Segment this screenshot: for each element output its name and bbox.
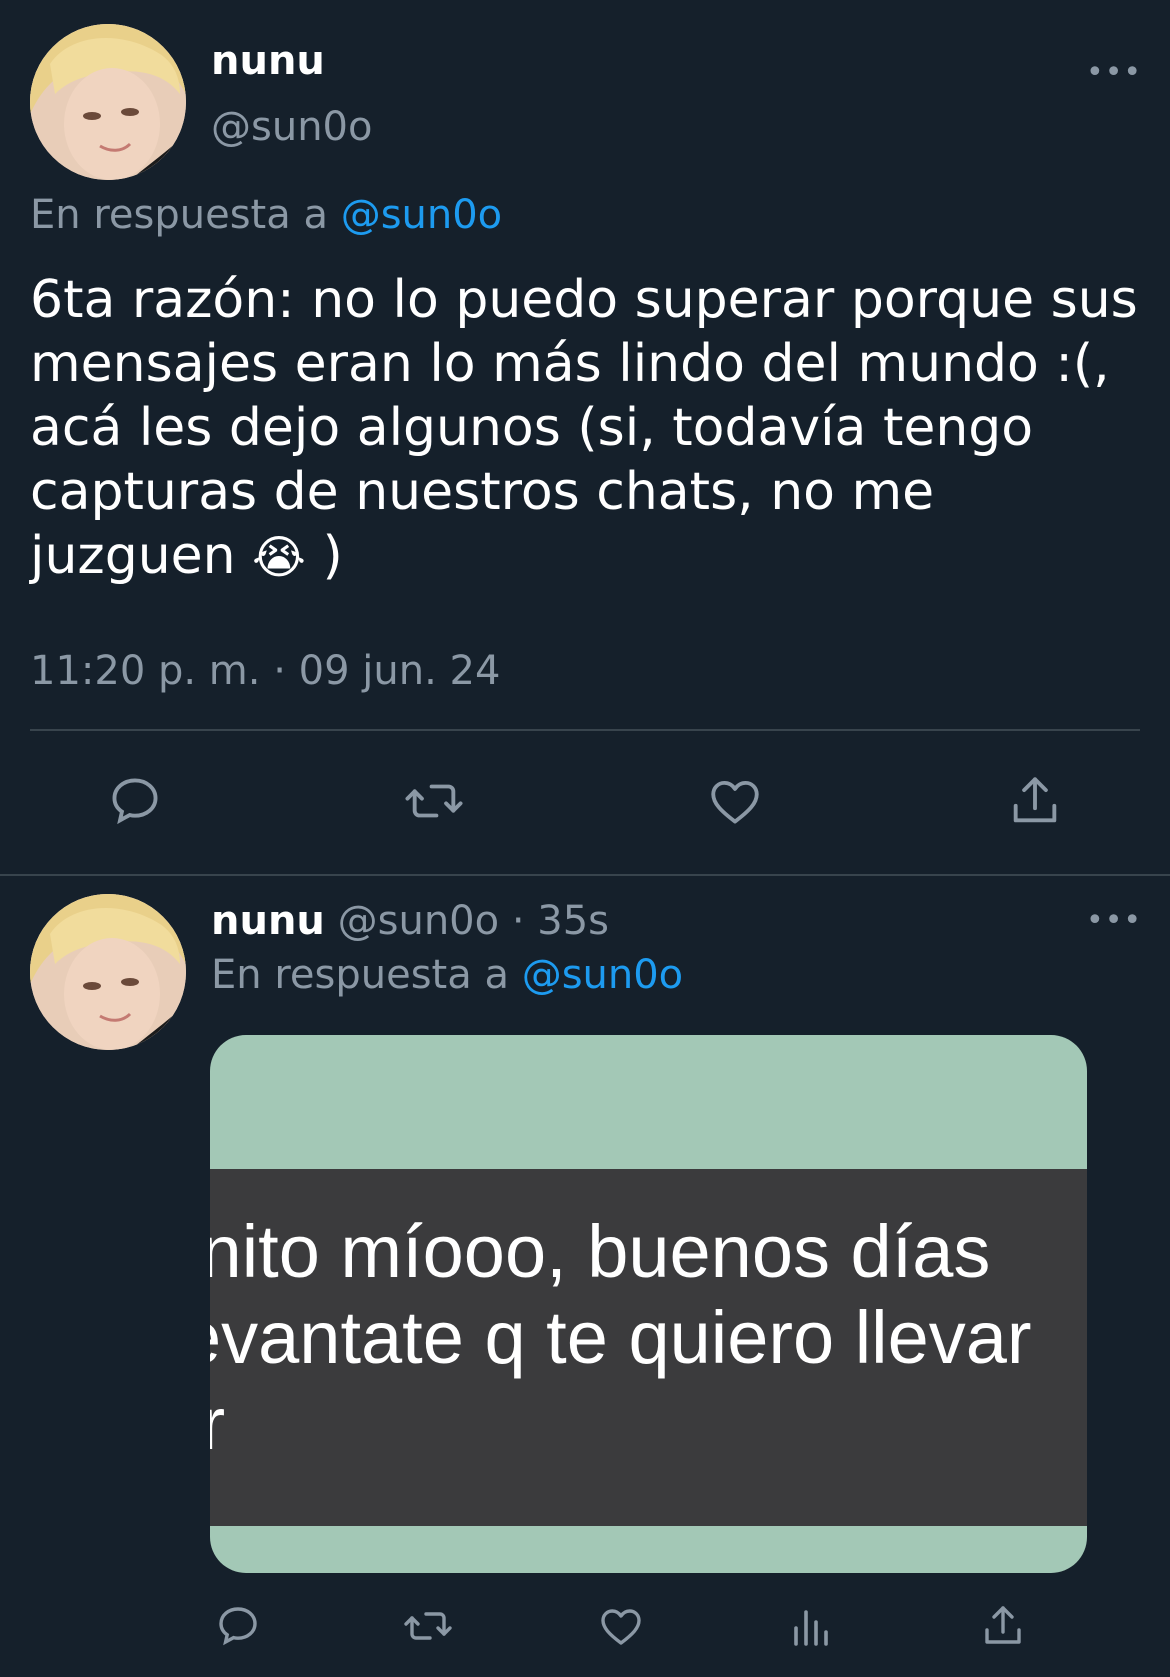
tweet-timestamp[interactable]: 11:20 p. m. · 09 jun. 24 — [30, 648, 500, 694]
reply-prefix: En respuesta a — [211, 952, 509, 998]
tweet-time[interactable]: 35s — [537, 898, 609, 944]
avatar[interactable] — [30, 24, 186, 180]
analytics-icon[interactable] — [790, 1602, 834, 1650]
tweet-header: nunu @sun0o · 35s — [211, 898, 609, 944]
media-image[interactable]: ınito míooo, buenos días evantate q te q… — [210, 1035, 1087, 1573]
avatar[interactable] — [30, 894, 186, 1050]
reply-handle-link[interactable]: @sun0o — [341, 192, 502, 238]
reply-context: En respuesta a @sun0o — [211, 952, 683, 998]
heart-icon[interactable] — [596, 1602, 646, 1650]
retweet-icon[interactable] — [401, 1602, 455, 1650]
reply-icon[interactable] — [106, 772, 164, 830]
retweet-icon[interactable] — [402, 772, 466, 830]
share-icon[interactable] — [979, 1602, 1027, 1650]
tweet-body: 6ta razón: no lo puedo superar porque su… — [30, 270, 1138, 586]
chat-message-bubble: ınito míooo, buenos días evantate q te q… — [210, 1169, 1087, 1526]
user-handle[interactable]: @sun0o — [211, 104, 372, 150]
share-icon[interactable] — [1006, 772, 1064, 830]
tweet-text: 6ta razón: no lo puedo superar porque su… — [30, 268, 1140, 589]
reply-handle-link[interactable]: @sun0o — [522, 952, 683, 998]
more-options-icon[interactable]: ••• — [1086, 58, 1142, 88]
reply-icon[interactable] — [214, 1602, 262, 1650]
reply-context: En respuesta a @sun0o — [30, 192, 502, 238]
user-handle[interactable]: @sun0o — [338, 898, 499, 944]
tweet-separator — [0, 874, 1170, 876]
separator-dot: · — [511, 898, 525, 944]
chat-line: ır — [210, 1382, 226, 1465]
tweet-text-end: ) — [322, 526, 343, 586]
reply-prefix: En respuesta a — [30, 192, 328, 238]
crying-emoji: 😭 — [252, 530, 306, 584]
display-name[interactable]: nunu — [211, 38, 325, 84]
display-name[interactable]: nunu — [211, 898, 325, 944]
heart-icon[interactable] — [705, 772, 765, 830]
chat-line: evantate q te quiero llevar — [210, 1296, 1032, 1379]
chat-line: ınito míooo, buenos días — [210, 1210, 991, 1293]
more-options-icon[interactable]: ••• — [1086, 906, 1142, 936]
divider — [30, 729, 1140, 731]
